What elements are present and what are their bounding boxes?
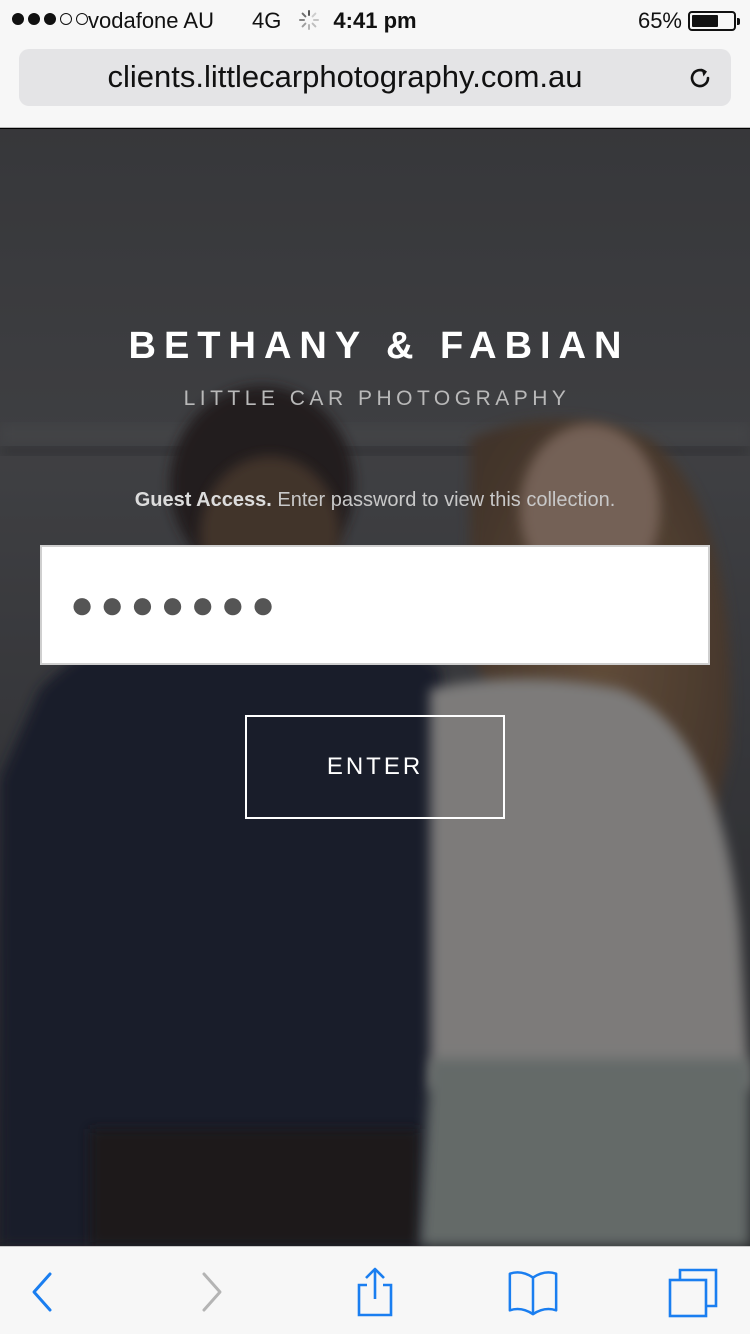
guest-access-label: Guest Access. [134,489,272,511]
photo-overlay [0,129,750,1246]
guest-access-instructions: Guest Access. Enter password to view thi… [0,489,750,512]
password-input[interactable] [40,545,710,665]
share-icon [357,1267,393,1317]
studio-name: LITTLE CAR PHOTOGRAPHY [183,387,571,410]
tabs-icon [668,1268,718,1318]
guest-access-text: Enter password to view this collection. [277,489,616,511]
tabs-button[interactable] [666,1265,720,1319]
enter-button[interactable]: ENTER [245,715,505,819]
url-text[interactable]: clients.littlecarphotography.com.au [19,59,671,95]
battery-icon [688,11,740,31]
collection-title: BETHANY & FABIAN [128,325,630,367]
battery-percentage: 65% [637,8,682,33]
back-button[interactable] [16,1265,70,1319]
address-bar[interactable]: clients.littlecarphotography.com.au [19,49,731,106]
chevron-right-icon [202,1272,222,1312]
reload-icon [690,68,710,88]
reload-button[interactable] [681,59,719,97]
status-bar: vodafone AU 4G 4:41 pm 65% [0,0,750,40]
browser-address-area: clients.littlecarphotography.com.au [0,40,750,128]
web-page: BETHANY & FABIAN LITTLE CAR PHOTOGRAPHY … [0,129,750,1246]
share-button[interactable] [348,1265,402,1319]
forward-button[interactable] [184,1265,238,1319]
bookmarks-button[interactable] [506,1265,560,1319]
book-icon [508,1271,558,1316]
chevron-left-icon [32,1272,52,1312]
browser-toolbar [0,1246,750,1334]
